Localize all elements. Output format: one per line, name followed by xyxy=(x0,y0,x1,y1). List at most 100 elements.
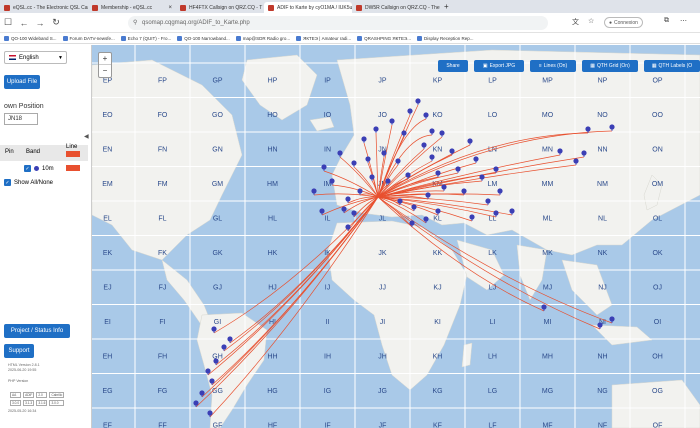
grid-square-label: LF xyxy=(488,422,496,428)
grid-square-label: NL xyxy=(598,215,607,222)
map-canvas[interactable]: EPFPGPHPIPJPKPLPMPNPOPPPEOFOGOHOIOJOKOLO… xyxy=(92,45,700,428)
col-line: Line xyxy=(66,144,78,150)
version-line: 2025-06-20 19:55 xyxy=(8,368,37,372)
pin-head xyxy=(425,192,431,198)
zoom-in-button[interactable]: + xyxy=(99,53,111,65)
bookmark-label: QO-100 Wideband S... xyxy=(11,35,57,41)
address-bar-row: ☐ ← → ↻ ⚲ qsomap.cqgmaq.org/ADIF_to_Kart… xyxy=(0,13,700,33)
browser-tab[interactable]: DW5R Callsign on QRZ.CQ - The× xyxy=(352,2,440,13)
version-cell: Cabrillo xyxy=(49,392,65,398)
grid-square-label: HG xyxy=(267,388,278,395)
pin-head xyxy=(455,166,461,172)
tab-label: ADIF to Karte by cyO1MA / IUK5ua xyxy=(277,4,352,11)
grid-square-label: KP xyxy=(433,77,443,84)
share-button[interactable]: Share xyxy=(438,60,468,72)
forward-icon[interactable]: → xyxy=(32,18,48,28)
bookmark-item[interactable]: map@SDR Radio gro... xyxy=(235,35,291,41)
grid-square-label: GO xyxy=(212,112,223,119)
grid-square-label: LJ xyxy=(489,284,496,291)
favorite-icon[interactable]: ☆ xyxy=(588,17,594,25)
grid-square-label: LP xyxy=(488,77,497,84)
url-input[interactable]: ⚲ qsomap.cqgmaq.org/ADIF_to_Karte.php xyxy=(128,16,548,30)
grid-square-label: LI xyxy=(490,319,496,326)
export-jpg-button[interactable]: ▣ Export JPG xyxy=(474,60,524,72)
lines-toggle-button[interactable]: ≡ Lines (On) xyxy=(530,60,576,72)
pin-head xyxy=(385,178,391,184)
chevron-down-icon: ▼ xyxy=(58,54,63,61)
zoom-out-button[interactable]: − xyxy=(99,65,111,77)
pin-head xyxy=(341,206,347,212)
bookmark-label: map@SDR Radio gro... xyxy=(242,35,291,41)
close-icon[interactable]: × xyxy=(168,5,172,11)
version-cell: 3.1.3 xyxy=(23,400,35,406)
browser-tab[interactable]: ADIF to Karte by cyO1MA / IUK5ua× xyxy=(264,2,352,13)
bookmark-item[interactable]: QO-100 Wideband S... xyxy=(4,35,57,41)
line-color-swatch-header[interactable] xyxy=(66,151,80,157)
qth-grid-toggle-button[interactable]: ▦ QTH Grid (On) xyxy=(582,60,638,72)
new-tab-button[interactable]: + xyxy=(444,2,449,11)
control-sidebar: English ▼ Upload File own Position JN18 … xyxy=(0,45,92,428)
collapse-icon[interactable]: ◀ xyxy=(84,133,89,140)
sidebar-toggle-icon[interactable]: ☐ xyxy=(0,17,16,28)
pin-head xyxy=(345,196,351,202)
grid-square-label: OG xyxy=(652,388,663,395)
pin-head xyxy=(493,166,499,172)
grid-square-label: EH xyxy=(103,353,113,360)
grid-square-label: KK xyxy=(433,250,443,257)
menu-icon[interactable]: ⋯ xyxy=(680,17,687,25)
version-cell: AA xyxy=(10,392,22,398)
tab-label: eQSL.cc - The Electronic QSL Card C xyxy=(13,4,88,11)
zoom-control: + − xyxy=(98,52,112,78)
grid-square-label: HK xyxy=(268,250,278,257)
tab-label: Membership - eQSL.cc xyxy=(101,4,153,11)
grid-square-label: FL xyxy=(158,215,166,222)
translate-icon[interactable]: 文 xyxy=(572,17,579,27)
band-checkbox[interactable]: ✓ xyxy=(24,165,31,172)
grid-square-label: EP xyxy=(103,77,113,84)
grid-square-label: KL xyxy=(433,215,442,222)
bookmark-item[interactable]: QRASHPING ЯКТЕЭ... xyxy=(357,35,411,41)
language-select[interactable]: English ▼ xyxy=(4,51,67,64)
site-info-icon[interactable]: ⚲ xyxy=(133,19,137,26)
col-pin: Pin xyxy=(5,149,14,155)
browser-tab[interactable]: HF4FTX Callsign on QRZ.CQ - T× xyxy=(176,2,264,13)
bookmark-item[interactable]: QO-100 Narrowband... xyxy=(177,35,230,41)
grid-square-label: IL xyxy=(325,215,331,222)
browser-tab[interactable]: Membership - eQSL.cc × xyxy=(88,2,176,13)
version-cell: 3.0.0 xyxy=(49,400,65,406)
bookmark-label: Display Reception Rep... xyxy=(424,35,474,41)
extensions-icon[interactable]: ⧉ xyxy=(664,17,669,25)
support-button[interactable]: Support xyxy=(4,344,34,358)
qth-labels-toggle-button[interactable]: ▦ QTH Labels (O xyxy=(644,60,700,72)
pin-head xyxy=(509,208,515,214)
pin-head xyxy=(397,198,403,204)
grid-square-label: NG xyxy=(597,388,608,395)
show-all-toggle[interactable]: ✓ Show All/None xyxy=(4,179,53,186)
grid-square-label: JF xyxy=(379,422,387,428)
grid-square-label: GP xyxy=(212,77,222,84)
pin-head xyxy=(405,172,411,178)
grid-square-label: KJ xyxy=(433,284,441,291)
browser-tab[interactable]: eQSL.cc - The Electronic QSL Card C× xyxy=(0,2,88,13)
own-position-input[interactable]: JN18 xyxy=(4,113,38,125)
grid-square-label: NN xyxy=(597,146,607,153)
version-line: PHP Version xyxy=(8,379,29,383)
reload-icon[interactable]: ↻ xyxy=(48,17,64,28)
upload-file-button[interactable]: Upload File xyxy=(4,75,40,89)
pin-head xyxy=(213,358,219,364)
grid-square-label: KH xyxy=(433,353,443,360)
bookmark-item[interactable]: Forum DATV-newsfe... xyxy=(62,35,115,41)
line-color-swatch[interactable] xyxy=(66,165,80,171)
band-row[interactable]: ✓ 10m xyxy=(24,165,54,172)
bookmark-item[interactable]: ЯКТЕЭ | Amateur radi... xyxy=(296,35,351,41)
grid-square-label: OK xyxy=(652,250,662,257)
show-all-checkbox[interactable]: ✓ xyxy=(4,179,11,186)
grid-square-label: FP xyxy=(158,77,167,84)
bookmark-item[interactable]: Echo 7 (QUIT) - Fro... xyxy=(120,35,171,41)
grid-square-label: JG xyxy=(378,388,387,395)
project-status-button[interactable]: Project / Status Info xyxy=(4,324,70,338)
profile-button[interactable]: ● Connexion xyxy=(604,17,643,28)
back-icon[interactable]: ← xyxy=(16,18,32,28)
pin-head xyxy=(357,188,363,194)
bookmark-item[interactable]: Display Reception Rep... xyxy=(417,35,474,41)
